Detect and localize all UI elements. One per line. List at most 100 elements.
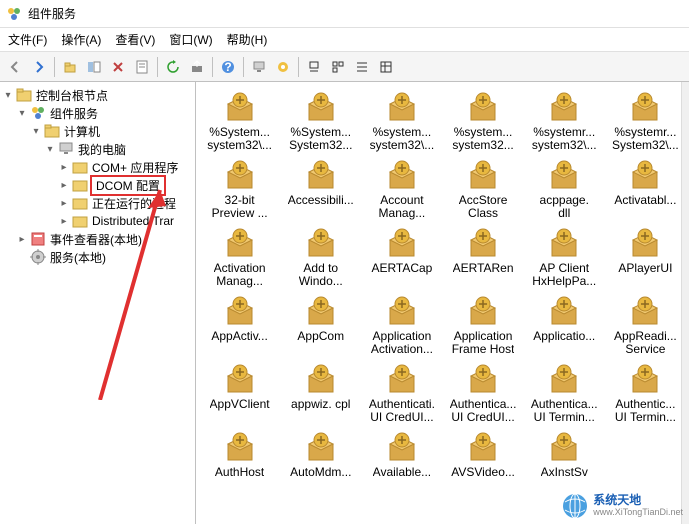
tree-component-services[interactable]: ▾ 组件服务 — [2, 104, 193, 122]
grid-item[interactable]: APlayerUI — [606, 224, 685, 288]
grid-item[interactable]: acppage.dll — [525, 156, 604, 220]
chevron-right-icon[interactable]: ▸ — [16, 234, 28, 245]
back-button[interactable] — [4, 56, 26, 78]
grid-item[interactable]: 32-bitPreview ... — [200, 156, 279, 220]
grid-item[interactable]: Authentic...UI Termin... — [606, 360, 685, 424]
view-small-icon[interactable] — [327, 56, 349, 78]
grid-item[interactable]: ActivationManag... — [200, 224, 279, 288]
item-label: AVSVideo... — [451, 466, 515, 479]
grid-item[interactable]: Accessibili... — [281, 156, 360, 220]
forward-button[interactable] — [28, 56, 50, 78]
chevron-down-icon[interactable]: ▾ — [2, 90, 14, 101]
menu-action[interactable]: 操作(A) — [61, 31, 101, 48]
grid-item[interactable]: AERTACap — [362, 224, 441, 288]
grid-item[interactable]: Available... — [362, 428, 441, 479]
menu-bar: 文件(F) 操作(A) 查看(V) 窗口(W) 帮助(H) — [0, 28, 689, 52]
chevron-right-icon[interactable]: ▸ — [58, 198, 70, 209]
grid-item[interactable]: %System...system32\... — [200, 88, 279, 152]
grid-item[interactable]: %system...system32... — [443, 88, 522, 152]
grid-item[interactable]: AccountManag... — [362, 156, 441, 220]
grid-item[interactable]: Activatabl... — [606, 156, 685, 220]
grid-item[interactable]: ApplicationActivation... — [362, 292, 441, 356]
package-icon — [546, 292, 582, 328]
tree-root[interactable]: ▾ 控制台根节点 — [2, 86, 193, 104]
grid-item[interactable]: AVSVideo... — [443, 428, 522, 479]
main-pane: ▾ 控制台根节点 ▾ 组件服务 ▾ 计算机 ▾ 我的电脑 ▸ COM+ 应用程序… — [0, 82, 689, 524]
grid-item[interactable]: Authenticati.UI CredUI... — [362, 360, 441, 424]
grid-item[interactable]: %system...system32\... — [362, 88, 441, 152]
up-button[interactable] — [59, 56, 81, 78]
grid-item[interactable]: %systemr...system32\... — [525, 88, 604, 152]
export-button[interactable] — [186, 56, 208, 78]
package-icon — [303, 156, 339, 192]
grid-item[interactable]: Authentica...UI Termin... — [525, 360, 604, 424]
tree-event-viewer[interactable]: ▸ 事件查看器(本地) — [2, 230, 193, 248]
chevron-down-icon[interactable]: ▾ — [30, 126, 42, 137]
chevron-right-icon[interactable]: ▸ — [58, 162, 70, 173]
delete-button[interactable] — [107, 56, 129, 78]
menu-view[interactable]: 查看(V) — [115, 31, 155, 48]
view-details-icon[interactable] — [375, 56, 397, 78]
show-hide-button[interactable] — [83, 56, 105, 78]
menu-file[interactable]: 文件(F) — [8, 31, 47, 48]
item-label: AppCom — [297, 330, 344, 343]
item-label: Applicatio... — [533, 330, 595, 343]
watermark-text: 系统天地 — [593, 494, 683, 506]
grid-item[interactable]: AppReadi...Service — [606, 292, 685, 356]
grid-item[interactable]: AutoMdm... — [281, 428, 360, 479]
tree-view[interactable]: ▾ 控制台根节点 ▾ 组件服务 ▾ 计算机 ▾ 我的电脑 ▸ COM+ 应用程序… — [0, 82, 196, 524]
item-label: AppActiv... — [211, 330, 267, 343]
chevron-right-icon[interactable]: ▸ — [58, 216, 70, 227]
grid-item[interactable]: ApplicationFrame Host — [443, 292, 522, 356]
package-icon — [546, 360, 582, 396]
watermark: 系统天地 www.XiTongTianDi.net — [561, 492, 683, 520]
menu-help[interactable]: 帮助(H) — [227, 31, 268, 48]
tree-my-computer[interactable]: ▾ 我的电脑 — [2, 140, 193, 158]
computer-button[interactable] — [248, 56, 270, 78]
grid-item[interactable]: Authentica...UI CredUI... — [443, 360, 522, 424]
item-label: ApplicationFrame Host — [452, 330, 515, 356]
chevron-down-icon[interactable]: ▾ — [44, 144, 56, 155]
tree-distributed-transactions[interactable]: ▸ Distributed Trar — [2, 212, 193, 230]
package-icon — [303, 224, 339, 260]
scrollbar[interactable] — [681, 82, 689, 524]
item-label: AccountManag... — [379, 194, 426, 220]
item-label: Authentic...UI Termin... — [615, 398, 676, 424]
grid-item[interactable]: AppCom — [281, 292, 360, 356]
view-list-icon[interactable] — [351, 56, 373, 78]
grid-item[interactable]: appwiz. cpl — [281, 360, 360, 424]
grid-item[interactable]: AERTARen — [443, 224, 522, 288]
component-button[interactable] — [272, 56, 294, 78]
package-icon — [384, 224, 420, 260]
grid-item[interactable]: Add toWindo... — [281, 224, 360, 288]
tree-services[interactable]: 服务(本地) — [2, 248, 193, 266]
properties-button[interactable] — [131, 56, 153, 78]
tree-com-plus[interactable]: ▸ COM+ 应用程序 — [2, 158, 193, 176]
tree-running-processes[interactable]: ▸ 正在运行的进程 — [2, 194, 193, 212]
refresh-button[interactable] — [162, 56, 184, 78]
package-icon — [546, 156, 582, 192]
grid-item[interactable]: %systemr...System32\... — [606, 88, 685, 152]
grid-item[interactable]: AppActiv... — [200, 292, 279, 356]
item-label: Accessibili... — [288, 194, 354, 207]
grid-item[interactable]: AuthHost — [200, 428, 279, 479]
chevron-right-icon[interactable]: ▸ — [58, 180, 70, 191]
content-pane[interactable]: %System...system32\...%System...System32… — [196, 82, 689, 524]
item-label: AxInstSv — [541, 466, 588, 479]
item-label: AppReadi...Service — [614, 330, 677, 356]
item-label: acppage.dll — [540, 194, 589, 220]
package-icon — [546, 88, 582, 124]
folder-icon — [16, 87, 32, 103]
view-large-icon[interactable] — [303, 56, 325, 78]
grid-item[interactable]: AP ClientHxHelpPa... — [525, 224, 604, 288]
help-button[interactable]: ? — [217, 56, 239, 78]
grid-item[interactable]: Applicatio... — [525, 292, 604, 356]
tree-computers[interactable]: ▾ 计算机 — [2, 122, 193, 140]
chevron-down-icon[interactable]: ▾ — [16, 108, 28, 119]
grid-item[interactable]: %System...System32... — [281, 88, 360, 152]
menu-window[interactable]: 窗口(W) — [169, 31, 212, 48]
grid-item[interactable]: AppVClient — [200, 360, 279, 424]
tree-dcom-config[interactable]: ▸ DCOM 配置 — [2, 176, 193, 194]
grid-item[interactable]: AccStoreClass — [443, 156, 522, 220]
grid-item[interactable]: AxInstSv — [525, 428, 604, 479]
